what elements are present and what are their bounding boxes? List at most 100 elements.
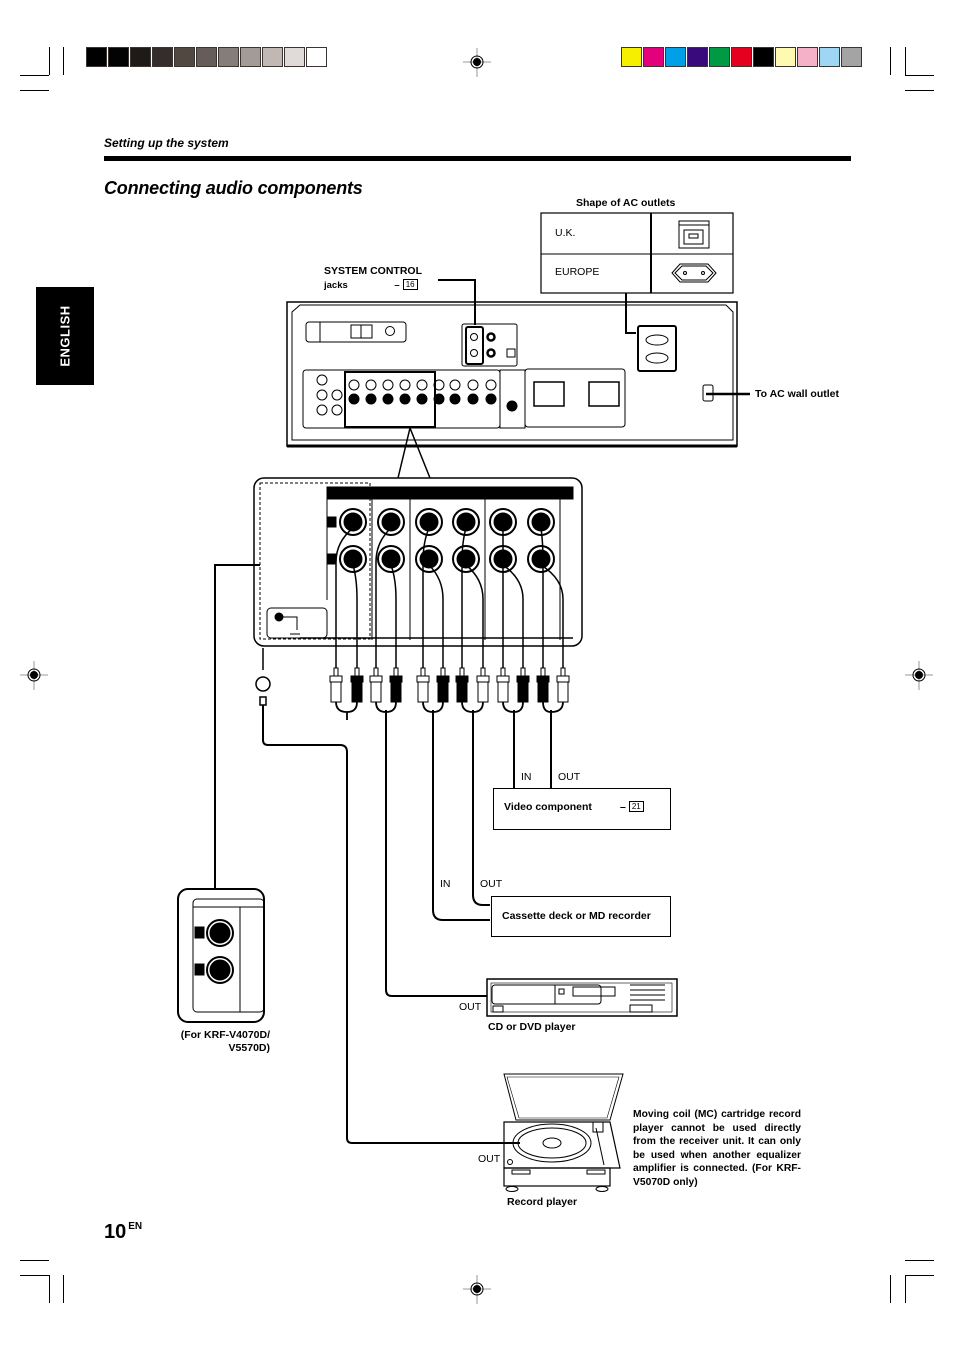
grayscale-swatch — [262, 47, 283, 67]
panel-jack — [399, 393, 411, 405]
cd-out-label: OUT — [459, 1001, 482, 1013]
rca-plug — [455, 675, 469, 683]
panel-jack — [399, 379, 411, 391]
panel-jack — [485, 379, 497, 391]
page-number: 10 EN — [104, 1221, 143, 1243]
color-swatch — [665, 47, 686, 67]
color-swatch — [819, 47, 840, 67]
rca-plug-body — [497, 681, 509, 703]
panel-jack — [467, 393, 479, 405]
color-swatch — [621, 47, 642, 67]
panel-jack — [348, 393, 360, 405]
color-swatch — [687, 47, 708, 67]
cd-player-icon — [486, 978, 678, 1017]
registration-target-icon — [20, 661, 48, 690]
rca-plugs — [329, 667, 570, 720]
grayscale-swatch — [306, 47, 327, 67]
record-player-icon — [503, 1073, 624, 1192]
cassette-in-label: IN — [440, 878, 451, 890]
rca-plug-tip — [420, 667, 426, 677]
rca-plug — [389, 675, 403, 683]
system-control-sub: jacks –16 — [324, 279, 418, 291]
panel-jack — [416, 379, 428, 391]
registration-target-icon — [463, 48, 491, 77]
rca-plug-body — [456, 681, 468, 703]
panel-jack — [416, 393, 428, 405]
grayscale-swatch — [108, 47, 129, 67]
grayscale-swatch — [152, 47, 173, 67]
grayscale-swatch — [86, 47, 107, 67]
registration-target-icon — [463, 1275, 491, 1304]
signal-cable — [352, 564, 358, 668]
panel-jack — [449, 393, 461, 405]
color-swatch — [775, 47, 796, 67]
inset-jack-panel — [177, 888, 265, 1023]
mc-cartridge-note: Moving coil (MC) cartridge record player… — [633, 1109, 801, 1188]
ground-lug-icon — [255, 676, 271, 706]
panel-jack — [316, 404, 328, 416]
ac-wall-outlet-label: To AC wall outlet — [755, 388, 839, 400]
panel-jack — [382, 393, 394, 405]
panel-jack — [382, 379, 394, 391]
rca-plug-tip — [560, 667, 566, 677]
speaker-terminal — [588, 381, 620, 407]
panel-jack — [316, 374, 328, 386]
page-ref-icon: 21 — [628, 801, 644, 812]
cassette-out-label: OUT — [480, 878, 503, 890]
rca-plug — [496, 675, 510, 683]
rca-plug-body — [477, 681, 489, 703]
panel-jack — [365, 393, 377, 405]
page-ref-icon: 16 — [402, 279, 418, 290]
rca-plug-tip — [500, 667, 506, 677]
rca-plug — [476, 675, 490, 683]
grayscale-swatch — [284, 47, 305, 67]
cable-join — [542, 701, 564, 720]
color-swatch — [797, 47, 818, 67]
system-control-label: SYSTEM CONTROL — [324, 265, 423, 277]
rca-plug — [329, 675, 343, 683]
rca-plug-body — [537, 681, 549, 703]
rca-plug — [416, 675, 430, 683]
rca-plug — [436, 675, 450, 683]
ac-outlets-title: Shape of AC outlets — [576, 197, 676, 209]
panel-jack — [467, 379, 479, 391]
rca-plug-tip — [440, 667, 446, 677]
panel-jack — [365, 379, 377, 391]
video-component-box: Video component –21 — [493, 788, 671, 830]
rca-plug-tip — [520, 667, 526, 677]
rca-plug-body — [370, 681, 382, 703]
speaker-terminal — [533, 381, 565, 407]
panel-jack — [433, 393, 445, 405]
video-in-label: IN — [521, 771, 532, 783]
color-swatch — [841, 47, 862, 67]
rca-plug-tip — [393, 667, 399, 677]
signal-cable — [502, 564, 524, 668]
signal-cable — [465, 564, 484, 668]
rca-plug — [369, 675, 383, 683]
uk-outlet-icon — [678, 220, 710, 249]
europe-outlet-icon — [671, 263, 717, 283]
rca-plug-tip — [373, 667, 379, 677]
panel-jack — [449, 379, 461, 391]
rca-plug-tip — [459, 667, 465, 677]
rear-panel-jacks — [316, 374, 620, 416]
color-swatch — [709, 47, 730, 67]
signal-cable — [390, 564, 397, 668]
rca-plug-body — [437, 681, 449, 703]
rca-plug-body — [330, 681, 342, 703]
rca-plug-tip — [354, 667, 360, 677]
color-swatch — [643, 47, 664, 67]
panel-jack — [506, 400, 518, 412]
grayscale-swatch — [240, 47, 261, 67]
panel-jack — [316, 389, 328, 401]
rca-plug-tip — [540, 667, 546, 677]
grayscale-swatch — [196, 47, 217, 67]
grayscale-swatch — [218, 47, 239, 67]
rca-plug-body — [417, 681, 429, 703]
rca-plug-body — [390, 681, 402, 703]
cd-player-label: CD or DVD player — [488, 1021, 576, 1033]
signal-cable — [428, 564, 444, 668]
rca-plug-body — [351, 681, 363, 703]
grayscale-swatch — [130, 47, 151, 67]
cassette-deck-label: Cassette deck or MD recorder — [502, 910, 651, 922]
